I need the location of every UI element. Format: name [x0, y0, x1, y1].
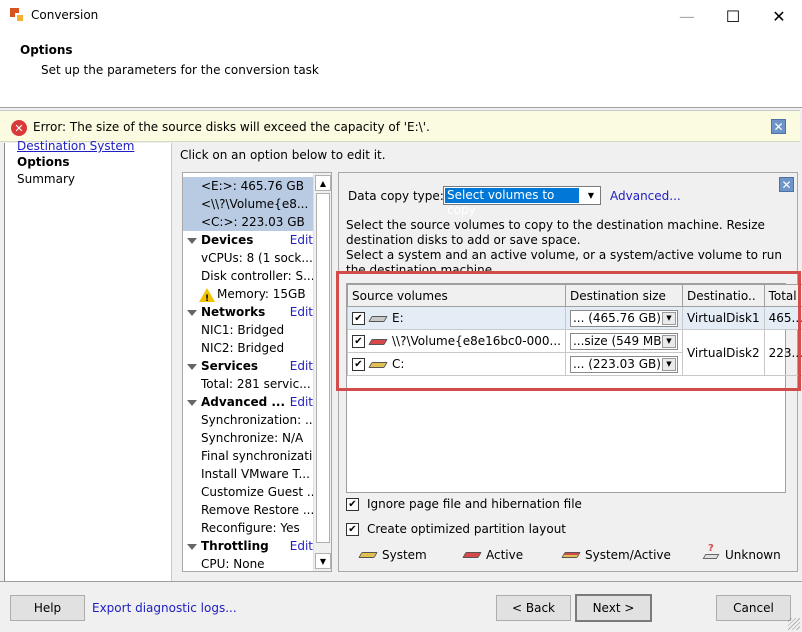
summary-item[interactable]: Final synchronizati... [183, 447, 313, 465]
volume-item[interactable]: <\\?\Volume{e8... [183, 195, 313, 213]
section-title: Devices [201, 233, 254, 247]
data-copy-type-value: Select volumes to copy [445, 188, 579, 217]
scrollbar-thumb[interactable] [316, 193, 330, 543]
summary-item[interactable]: Synchronize: N/A [183, 429, 313, 447]
option-label: Ignore page file and hibernation file [367, 497, 582, 511]
wizard-steps-nav: Destination System Options Summary [4, 139, 172, 581]
edit-throttling-link[interactable]: Edit [290, 537, 313, 555]
dismiss-error-button[interactable]: ✕ [771, 119, 786, 134]
section-devices[interactable]: Devices Edit [183, 231, 313, 249]
edit-advanced-link[interactable]: Edit [290, 393, 313, 411]
section-throttling[interactable]: Throttling Edit [183, 537, 313, 555]
wizard-header: Options Set up the parameters for the co… [0, 32, 802, 108]
memory-label: Memory: 15GB [217, 287, 306, 301]
error-banner: ✕ Error: The size of the source disks wi… [0, 110, 800, 142]
warning-icon: ! [199, 287, 215, 303]
panel-description: Select the source volumes to copy to the… [346, 218, 786, 278]
highlight-box [336, 271, 801, 391]
legend-label: Unknown [725, 548, 781, 562]
section-networks[interactable]: Networks Edit [183, 303, 313, 321]
edit-networks-link[interactable]: Edit [290, 303, 313, 321]
legend-unknown: ? Unknown [702, 543, 781, 562]
summary-item[interactable]: Reconfigure: Yes [183, 519, 313, 537]
nav-step-options[interactable]: Options [17, 155, 70, 169]
chevron-down-icon: ▼ [587, 191, 595, 200]
section-title: Services [201, 359, 259, 373]
summary-item[interactable]: NIC1: Bridged [183, 321, 313, 339]
ignore-pagefile-option[interactable]: ✔ Ignore page file and hibernation file [346, 497, 582, 511]
section-title: Networks [201, 305, 266, 319]
page-title: Options [20, 43, 73, 57]
unknown-disk-icon: ? [702, 543, 721, 562]
panel-close-button[interactable]: ✕ [779, 177, 794, 192]
nav-step-summary[interactable]: Summary [17, 172, 75, 186]
collapse-icon [187, 543, 197, 550]
summary-item[interactable]: Synchronization: ... [183, 411, 313, 429]
summary-item[interactable]: Total: 281 servic... [183, 375, 313, 393]
optimized-layout-option[interactable]: ✔ Create optimized partition layout [346, 522, 566, 536]
legend-label: System [382, 548, 427, 562]
collapse-icon [187, 237, 197, 244]
app-icon [10, 8, 25, 23]
resize-grip[interactable] [788, 618, 800, 630]
close-window-button[interactable]: ✕ [756, 0, 802, 32]
collapse-icon [187, 399, 197, 406]
data-copy-type-label: Data copy type: [348, 189, 444, 203]
summary-item[interactable]: Customize Guest ... [183, 483, 313, 501]
window-title: Conversion [31, 8, 99, 22]
instruction-text: Click on an option below to edit it. [180, 148, 386, 162]
scroll-down-icon[interactable]: ▼ [315, 553, 331, 569]
page-subtitle: Set up the parameters for the conversion… [41, 63, 319, 77]
collapse-icon [187, 363, 197, 370]
optimized-layout-checkbox[interactable]: ✔ [346, 523, 359, 536]
summary-item[interactable]: Remove Restore ... [183, 501, 313, 519]
footer-divider [0, 581, 802, 582]
edit-devices-link[interactable]: Edit [290, 231, 313, 249]
cancel-button[interactable]: Cancel [716, 595, 791, 621]
volume-item[interactable]: <E:>: 465.76 GB [183, 177, 313, 195]
summary-item[interactable]: Install VMware T... [183, 465, 313, 483]
section-advanced[interactable]: Advanced ... Edit [183, 393, 313, 411]
back-button[interactable]: < Back [496, 595, 571, 621]
summary-item[interactable]: Disk controller: S... [183, 267, 313, 285]
legend-active: Active [462, 548, 523, 562]
ignore-pagefile-checkbox[interactable]: ✔ [346, 498, 359, 511]
error-icon: ✕ [11, 120, 27, 136]
maximize-button[interactable]: ☐ [710, 0, 756, 32]
advanced-link[interactable]: Advanced... [610, 189, 681, 203]
summary-scrollbar[interactable]: ▲ ▼ [313, 173, 331, 571]
help-button[interactable]: Help [10, 595, 85, 621]
next-button[interactable]: Next > [575, 594, 652, 622]
error-message: Error: The size of the source disks will… [33, 120, 430, 134]
summary-item[interactable]: CPU: None [183, 555, 313, 571]
minimize-button[interactable]: — [664, 0, 710, 32]
section-services[interactable]: Services Edit [183, 357, 313, 375]
description-line-1: Select the source volumes to copy to the… [346, 218, 765, 247]
export-logs-link[interactable]: Export diagnostic logs... [92, 601, 237, 615]
option-label: Create optimized partition layout [367, 522, 567, 536]
section-title: Throttling [201, 539, 269, 553]
collapse-icon [187, 309, 197, 316]
summary-item[interactable]: vCPUs: 8 (1 sock... [183, 249, 313, 267]
legend-label: System/Active [585, 548, 671, 562]
volume-item[interactable]: <C:>: 223.03 GB [183, 213, 313, 231]
summary-item-memory[interactable]: ! Memory: 15GB [183, 285, 313, 303]
system-active-disk-icon [561, 552, 581, 558]
system-disk-icon [358, 552, 378, 558]
active-disk-icon [462, 552, 482, 558]
edit-services-link[interactable]: Edit [290, 357, 313, 375]
nav-step-destination-system[interactable]: Destination System [17, 139, 134, 153]
legend-system: System [358, 548, 427, 562]
scroll-up-icon[interactable]: ▲ [315, 175, 331, 191]
legend-label: Active [486, 548, 524, 562]
data-copy-type-select[interactable]: Select volumes to copy ▼ [443, 186, 601, 217]
legend-system-active: System/Active [561, 548, 671, 562]
options-summary-list[interactable]: <E:>: 465.76 GB <\\?\Volume{e8... <C:>: … [182, 172, 332, 572]
summary-item[interactable]: NIC2: Bridged [183, 339, 313, 357]
section-title: Advanced ... [201, 395, 286, 409]
